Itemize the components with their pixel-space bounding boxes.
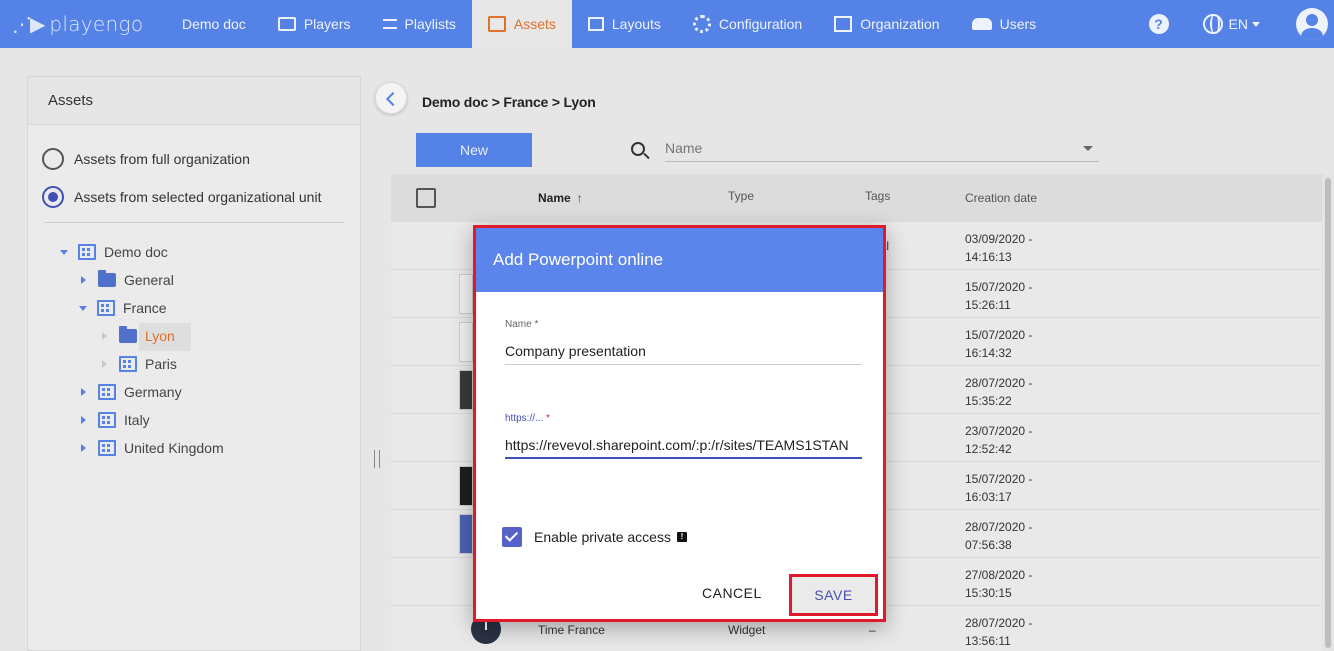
nav-label: Users <box>999 16 1037 32</box>
url-field-label: https://... * <box>505 413 550 424</box>
checkbox-label: Enable private access <box>534 529 671 545</box>
nav-users[interactable]: Users <box>956 0 1053 48</box>
nav-organization[interactable]: Organization <box>818 0 955 48</box>
name-field[interactable]: Company presentation <box>505 337 862 365</box>
private-access-checkbox[interactable] <box>502 527 522 547</box>
monitor-icon <box>277 17 296 31</box>
nav-assets[interactable]: Assets <box>471 0 572 48</box>
building-icon <box>834 16 853 32</box>
required-mark: * <box>534 319 539 330</box>
language-selector[interactable]: EN <box>1229 16 1248 32</box>
private-access-option[interactable]: Enable private access ! <box>502 526 687 548</box>
label-text: https://... <box>505 413 544 424</box>
nav-label: Layouts <box>611 16 661 32</box>
nav-configuration[interactable]: Configuration <box>677 0 818 48</box>
playengo-logo[interactable]: ⋰▶ playengo <box>0 0 166 48</box>
nav-label: Assets <box>513 16 556 32</box>
cancel-button[interactable]: CANCEL <box>702 585 762 601</box>
users-icon <box>971 18 992 30</box>
nav-label: Players <box>303 16 351 32</box>
dialog-title: Add Powerpoint online <box>476 228 883 292</box>
info-alert-icon[interactable]: ! <box>676 532 687 542</box>
add-powerpoint-dialog: Add Powerpoint online Name * Company pre… <box>473 225 886 622</box>
nav-label: Playlists <box>404 16 456 32</box>
url-field[interactable]: https://revevol.sharepoint.com/:p:/r/sit… <box>505 431 862 459</box>
nav-playlists[interactable]: Playlists <box>367 0 472 48</box>
user-avatar-icon[interactable] <box>1296 8 1328 40</box>
name-field-label: Name * <box>505 319 538 330</box>
nav-players[interactable]: Players <box>262 0 367 48</box>
help-icon[interactable]: ? <box>1148 14 1169 34</box>
logo-mark-icon: ⋰▶ <box>12 13 45 36</box>
chevron-down-icon[interactable] <box>1252 21 1260 27</box>
nav-label: Demo doc <box>182 16 246 32</box>
globe-icon[interactable] <box>1202 14 1223 34</box>
top-navigation-bar: ⋰▶ playengo Demo doc Players Playlists A… <box>0 0 1334 48</box>
layout-icon <box>587 17 604 31</box>
topbar-right-tools: ? EN <box>1148 0 1334 48</box>
nav-demo-doc[interactable]: Demo doc <box>166 0 262 48</box>
nav-label: Organization <box>860 16 940 32</box>
nav-label: Configuration <box>718 16 803 32</box>
save-button[interactable]: SAVE <box>789 574 878 616</box>
gear-icon <box>692 15 711 33</box>
brand-name: playengo <box>49 12 144 36</box>
playlist-icon <box>382 19 397 29</box>
label-text: Name <box>505 319 532 330</box>
nav-layouts[interactable]: Layouts <box>572 0 677 48</box>
required-mark: * <box>546 413 551 424</box>
image-icon <box>487 16 506 32</box>
